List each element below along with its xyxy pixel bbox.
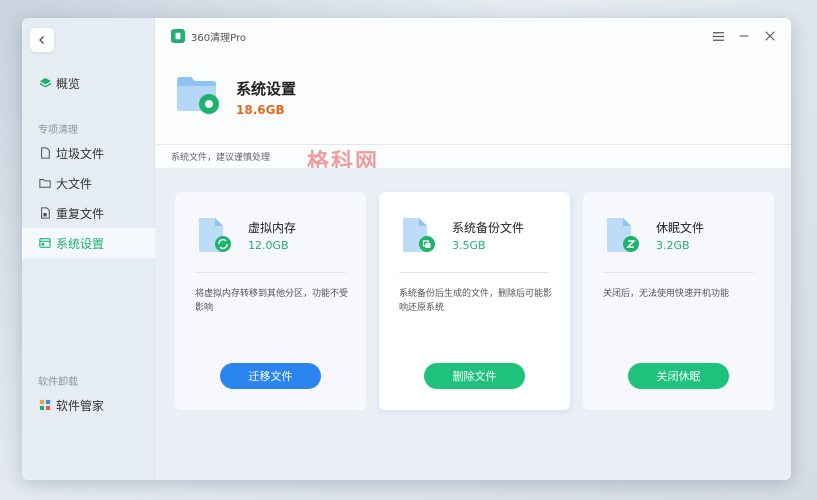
duplicate-file-icon [38, 206, 52, 220]
sidebar: 概览 专项清理 垃圾文件 大文件 重复文件 系统设置 软件卸载 软件管家 [22, 18, 155, 480]
page-header: 系统设置 18.6GB [155, 54, 791, 150]
folder-icon [38, 176, 52, 190]
page-title: 系统设置 [236, 80, 297, 98]
divider [195, 272, 346, 273]
card-title: 系统备份文件 [452, 221, 525, 235]
sidebar-item-label: 软件管家 [56, 398, 105, 413]
file-backup-icon [403, 218, 435, 252]
close-button[interactable] [761, 27, 779, 45]
migrate-files-button[interactable]: 迁移文件 [220, 363, 321, 389]
section-label-special-clean: 专项清理 [38, 125, 78, 136]
hint-text: 系统文件，建议谨慎处理 [171, 153, 271, 163]
sidebar-item-junk-files[interactable]: 垃圾文件 [22, 138, 155, 168]
minimize-icon [739, 35, 749, 37]
layers-icon [38, 76, 52, 90]
sidebar-item-label: 大文件 [56, 176, 93, 191]
card-description: 关闭后，无法使用快速开机功能 [603, 289, 730, 299]
sidebar-item-system-settings[interactable]: 系统设置 [22, 228, 155, 258]
sidebar-item-label: 垃圾文件 [56, 146, 105, 161]
card-title: 休眠文件 [656, 221, 705, 235]
disable-hibernation-button[interactable]: 关闭休眠 [628, 363, 729, 389]
sidebar-item-software-manager[interactable]: 软件管家 [22, 390, 155, 420]
card-size: 12.0GB [248, 239, 289, 252]
page-size: 18.6GB [236, 103, 285, 117]
back-button[interactable] [30, 28, 54, 52]
card-size: 3.5GB [452, 239, 486, 252]
app-logo-icon [171, 29, 185, 43]
sidebar-item-duplicate-files[interactable]: 重复文件 [22, 198, 155, 228]
card-hibernation: 休眠文件 3.2GB 关闭后，无法使用快速开机功能 关闭休眠 [583, 192, 774, 410]
apps-grid-icon [38, 398, 52, 412]
divider [603, 272, 754, 273]
main-panel: 360清理Pro 系统设置 18.6GB 系统文件，建议谨慎处理 格科网 虚拟内… [155, 18, 791, 480]
sidebar-item-label: 概览 [56, 76, 81, 91]
file-sync-icon [199, 218, 231, 252]
card-size: 3.2GB [656, 239, 690, 252]
app-window: 概览 专项清理 垃圾文件 大文件 重复文件 系统设置 软件卸载 软件管家 360… [22, 18, 791, 480]
file-sleep-icon [607, 218, 639, 252]
title-bar: 360清理Pro [155, 18, 791, 54]
sidebar-item-label: 重复文件 [56, 206, 105, 221]
card-description: 系统备份后生成的文件，删除后可能影响还原系统 [399, 289, 553, 313]
folder-gear-icon [177, 77, 219, 114]
close-icon [765, 31, 775, 41]
window-settings-icon [38, 236, 52, 250]
cards-area: 虚拟内存 12.0GB 将虚拟内存转移到其他分区，功能不受影响 迁移文件 系统备… [155, 168, 791, 480]
divider [399, 272, 550, 273]
hamburger-icon [712, 31, 724, 41]
section-label-uninstall: 软件卸载 [38, 377, 78, 388]
sidebar-item-large-files[interactable]: 大文件 [22, 168, 155, 198]
file-icon [38, 146, 52, 160]
sidebar-item-label: 系统设置 [56, 236, 105, 251]
minimize-button[interactable] [735, 27, 753, 45]
chevron-left-icon [39, 36, 44, 44]
card-title: 虚拟内存 [248, 221, 297, 235]
sidebar-item-overview[interactable]: 概览 [22, 68, 155, 98]
card-system-backup: 系统备份文件 3.5GB 系统备份后生成的文件，删除后可能影响还原系统 删除文件 [379, 192, 570, 410]
hint-bar: 系统文件，建议谨慎处理 [155, 144, 791, 168]
app-name: 360清理Pro [191, 32, 246, 44]
card-virtual-memory: 虚拟内存 12.0GB 将虚拟内存转移到其他分区，功能不受影响 迁移文件 [175, 192, 366, 410]
menu-button[interactable] [709, 27, 727, 45]
delete-files-button[interactable]: 删除文件 [424, 363, 525, 389]
card-description: 将虚拟内存转移到其他分区，功能不受影响 [195, 289, 349, 313]
